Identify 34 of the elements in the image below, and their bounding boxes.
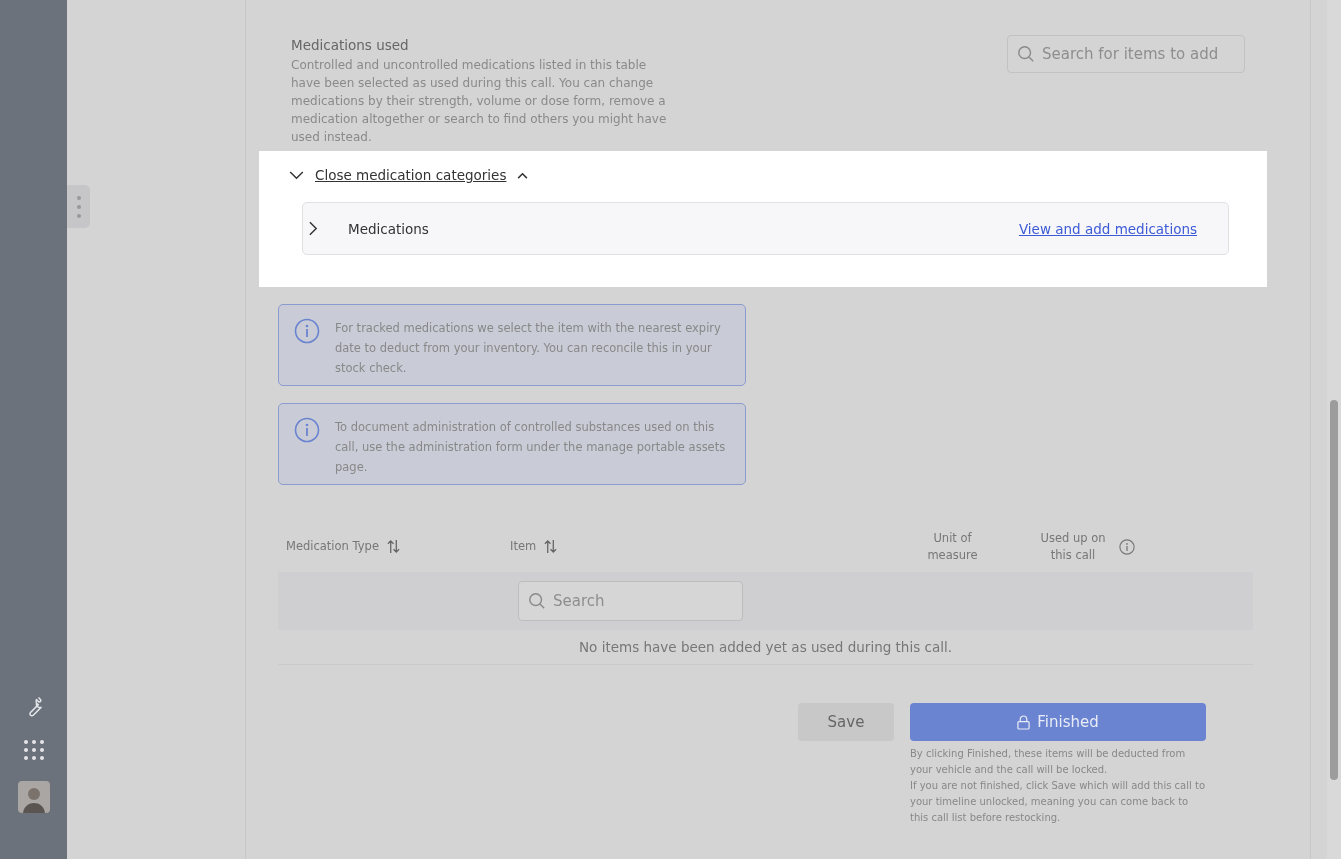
category-row[interactable]: Medications View and add medications	[302, 202, 1229, 255]
panel-handle[interactable]	[67, 185, 90, 228]
info-icon[interactable]	[1119, 539, 1135, 555]
info-icon	[294, 318, 320, 344]
empty-message: No items have been added yet as used during this call.	[278, 630, 1253, 665]
view-add-link[interactable]: View and add medications	[1018, 220, 1197, 237]
column-header: Unit of measure	[926, 530, 979, 564]
search-icon	[528, 592, 546, 610]
search-field[interactable]: Search for items to add	[1007, 35, 1245, 73]
column-header: Medication Type	[286, 538, 379, 555]
section-title: Medications used	[291, 36, 410, 54]
sort-icon[interactable]	[386, 539, 400, 554]
lock-icon	[1017, 714, 1031, 730]
finished-button[interactable]: Finished	[910, 703, 1206, 741]
app-grid-icon[interactable]	[22, 739, 45, 761]
finish-note: If you are not finished, click Save which will add this call to your timeline unlocked, meaning you can come back to this call list before restocking.	[910, 779, 1206, 825]
category-name: Medications	[348, 220, 430, 237]
notice-text: To document administration of controlled substances used on this call, use the administration form under the manage portable assets page.	[335, 419, 727, 474]
column-header: Item	[510, 538, 537, 555]
info-icon	[294, 417, 320, 443]
search-field[interactable]: Search	[518, 581, 743, 621]
notice-text: For tracked medications we select the item with the nearest expiry date to deduct from your inventory. You can reconcile this in your stock check.	[335, 320, 722, 375]
more-vertical-icon	[75, 194, 82, 219]
close-categories-link[interactable]: Close medication categories	[315, 167, 507, 183]
save-button[interactable]: Save	[798, 703, 894, 741]
scrollbar[interactable]	[1327, 0, 1341, 859]
caret-up-icon	[517, 171, 529, 179]
avatar-silhouette[interactable]	[17, 781, 50, 813]
column-header: Used up on this call	[1039, 530, 1107, 564]
section-description: Controlled and uncontrolled medications listed in this table have been selected as used during this call. You can change medications by their strength, volume or dose form, remove a medication altogether or search to find others you might have used instead.	[291, 57, 668, 146]
sort-icon[interactable]	[544, 539, 558, 554]
finish-note: By clicking Finished, these items will be deducted from your vehicle and the call will be locked.	[910, 747, 1187, 777]
search-icon	[1017, 45, 1035, 63]
scrollbar-thumb[interactable]	[1330, 400, 1338, 780]
